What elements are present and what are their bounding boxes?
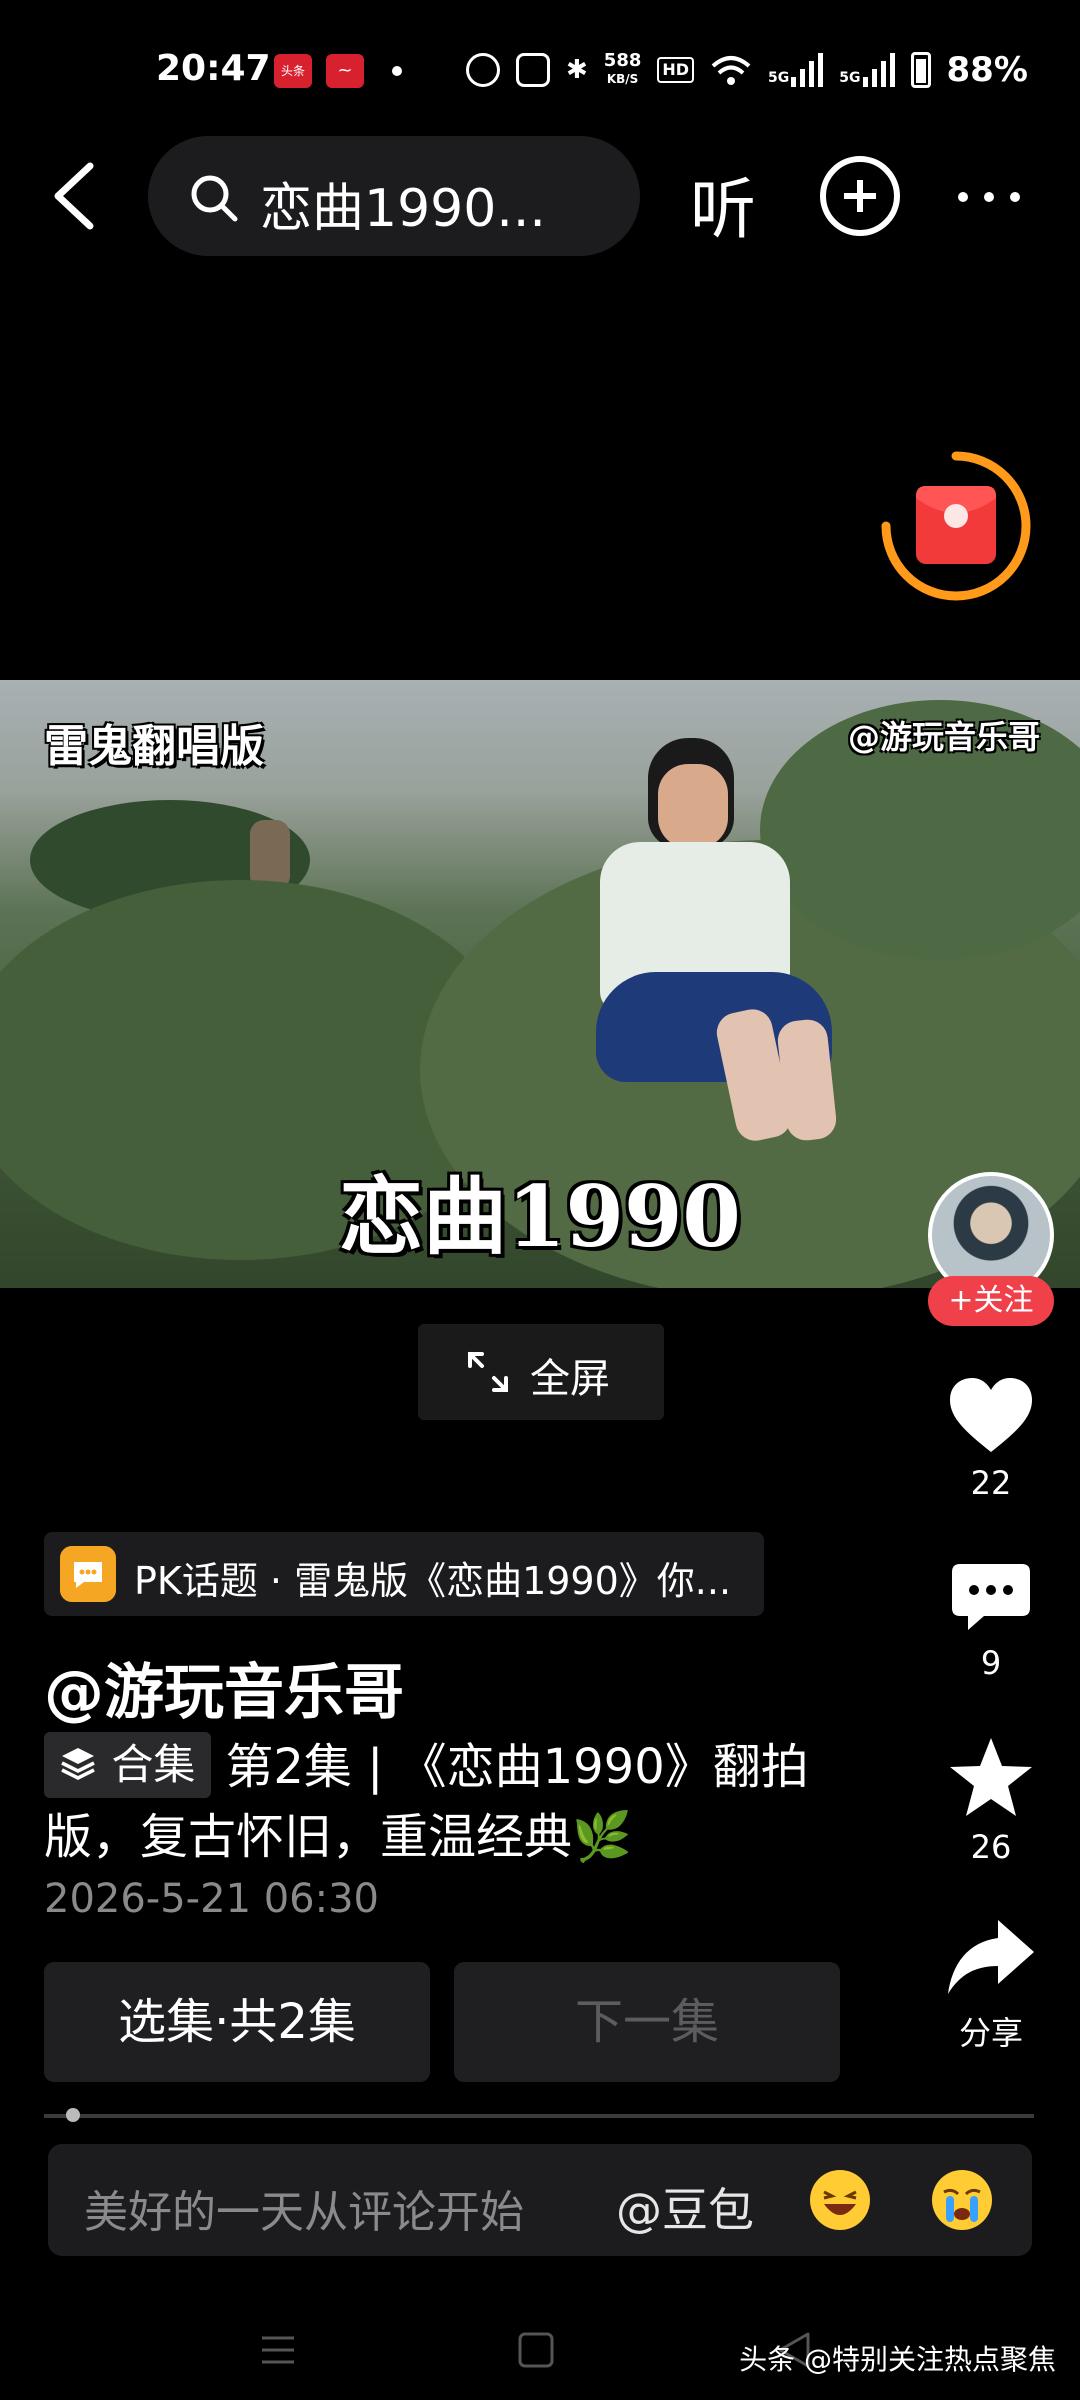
favorite-count: 26: [970, 1828, 1012, 1866]
home-icon[interactable]: [518, 2332, 554, 2368]
status-icons: ✱ 588 KB/S HD 5G 5G 88%: [466, 50, 1028, 90]
layers-icon: [61, 1747, 95, 1780]
signal-2-icon: [862, 53, 895, 87]
battery-icon: [910, 52, 931, 88]
signal-1-icon: [791, 53, 824, 87]
hd-icon: HD: [657, 57, 695, 83]
video-description: 合集 第2集 | 《恋曲1990》翻拍版，复古怀旧，重温经典🌿: [44, 1732, 884, 1872]
comment-icon: [952, 1564, 1030, 1630]
network-speed-unit: KB/S: [606, 72, 639, 86]
back-button[interactable]: [46, 160, 102, 232]
favorite-button[interactable]: 26: [928, 1736, 1054, 1866]
crying-emoji-icon[interactable]: [932, 2170, 992, 2230]
author-name[interactable]: @游玩音乐哥: [44, 1644, 404, 1731]
bluetooth-icon: ✱: [566, 55, 588, 85]
video-watermark: @游玩音乐哥: [847, 718, 1040, 756]
comment-input[interactable]: 美好的一天从评论开始 @豆包: [48, 2144, 1032, 2256]
comment-count: 9: [980, 1644, 1002, 1682]
laughing-emoji-icon[interactable]: [810, 2170, 870, 2230]
red-packet-icon[interactable]: [878, 448, 1034, 604]
status-bar: 20:47 头条 ~ ✱ 588 KB/S HD 5G 5G 88%: [0, 0, 1080, 140]
heart-icon: [950, 1378, 1032, 1452]
like-count: 22: [970, 1464, 1012, 1502]
listen-button[interactable]: 听: [690, 156, 756, 252]
mute-icon: [516, 53, 550, 87]
signal-2-label: 5G: [839, 70, 861, 86]
expand-icon: [468, 1352, 508, 1392]
signal-1-label: 5G: [768, 70, 790, 86]
video-caption-top-left: 雷鬼翻唱版: [44, 721, 264, 772]
fullscreen-button[interactable]: 全屏: [418, 1324, 664, 1420]
share-button[interactable]: 分享: [928, 1918, 1054, 2054]
network-speed: 588: [603, 50, 642, 71]
notification-dot-icon: [392, 66, 402, 76]
comment-button[interactable]: 9: [928, 1562, 1054, 1682]
follow-button[interactable]: +关注: [928, 1276, 1054, 1326]
star-icon: [950, 1738, 1032, 1816]
comment-placeholder: 美好的一天从评论开始: [84, 2187, 524, 2238]
status-time: 20:47: [156, 48, 271, 89]
menu-icon[interactable]: [260, 2332, 296, 2368]
toutiao-watermark: 头条 @特别关注热点聚焦: [739, 2343, 1056, 2376]
alarm-icon: [466, 53, 500, 87]
video-progress-bar[interactable]: [44, 2108, 1034, 2122]
music-app-icon: ~: [326, 54, 364, 88]
collection-tag-label: 合集: [111, 1740, 196, 1789]
video-player[interactable]: 雷鬼翻唱版 @游玩音乐哥 恋曲1990: [0, 680, 1080, 1288]
share-arrow-icon: [948, 1920, 1034, 1994]
more-options-icon[interactable]: [958, 192, 1020, 202]
search-bar[interactable]: 恋曲1990...: [148, 136, 640, 256]
fullscreen-label: 全屏: [530, 1356, 610, 1402]
pk-topic-text: PK话题 · 雷鬼版《恋曲1990》你...: [134, 1559, 732, 1603]
toutiao-app-icon: 头条: [274, 54, 312, 88]
video-title-overlay: 恋曲1990: [339, 1167, 741, 1266]
wifi-icon: [711, 56, 751, 85]
mention-doubao-button[interactable]: @豆包: [616, 2174, 754, 2240]
next-episode-button[interactable]: 下一集: [454, 1962, 840, 2082]
pk-topic-chip[interactable]: PK话题 · 雷鬼版《恋曲1990》你...: [44, 1532, 764, 1616]
search-icon: [191, 175, 238, 222]
battery-percent: 88%: [946, 50, 1028, 90]
publish-date: 2026-5-21 06:30: [44, 1876, 379, 1922]
top-nav: 恋曲1990... 听: [0, 136, 1080, 256]
add-icon[interactable]: [820, 156, 900, 236]
share-label: 分享: [958, 2014, 1023, 2052]
episode-select-button[interactable]: 选集·共2集: [44, 1962, 430, 2082]
collection-tag[interactable]: 合集: [44, 1732, 212, 1798]
like-button[interactable]: 22: [928, 1376, 1054, 1502]
progress-handle[interactable]: [66, 2108, 80, 2122]
search-query: 恋曲1990...: [260, 179, 546, 239]
chat-bubble-icon: [60, 1546, 116, 1602]
